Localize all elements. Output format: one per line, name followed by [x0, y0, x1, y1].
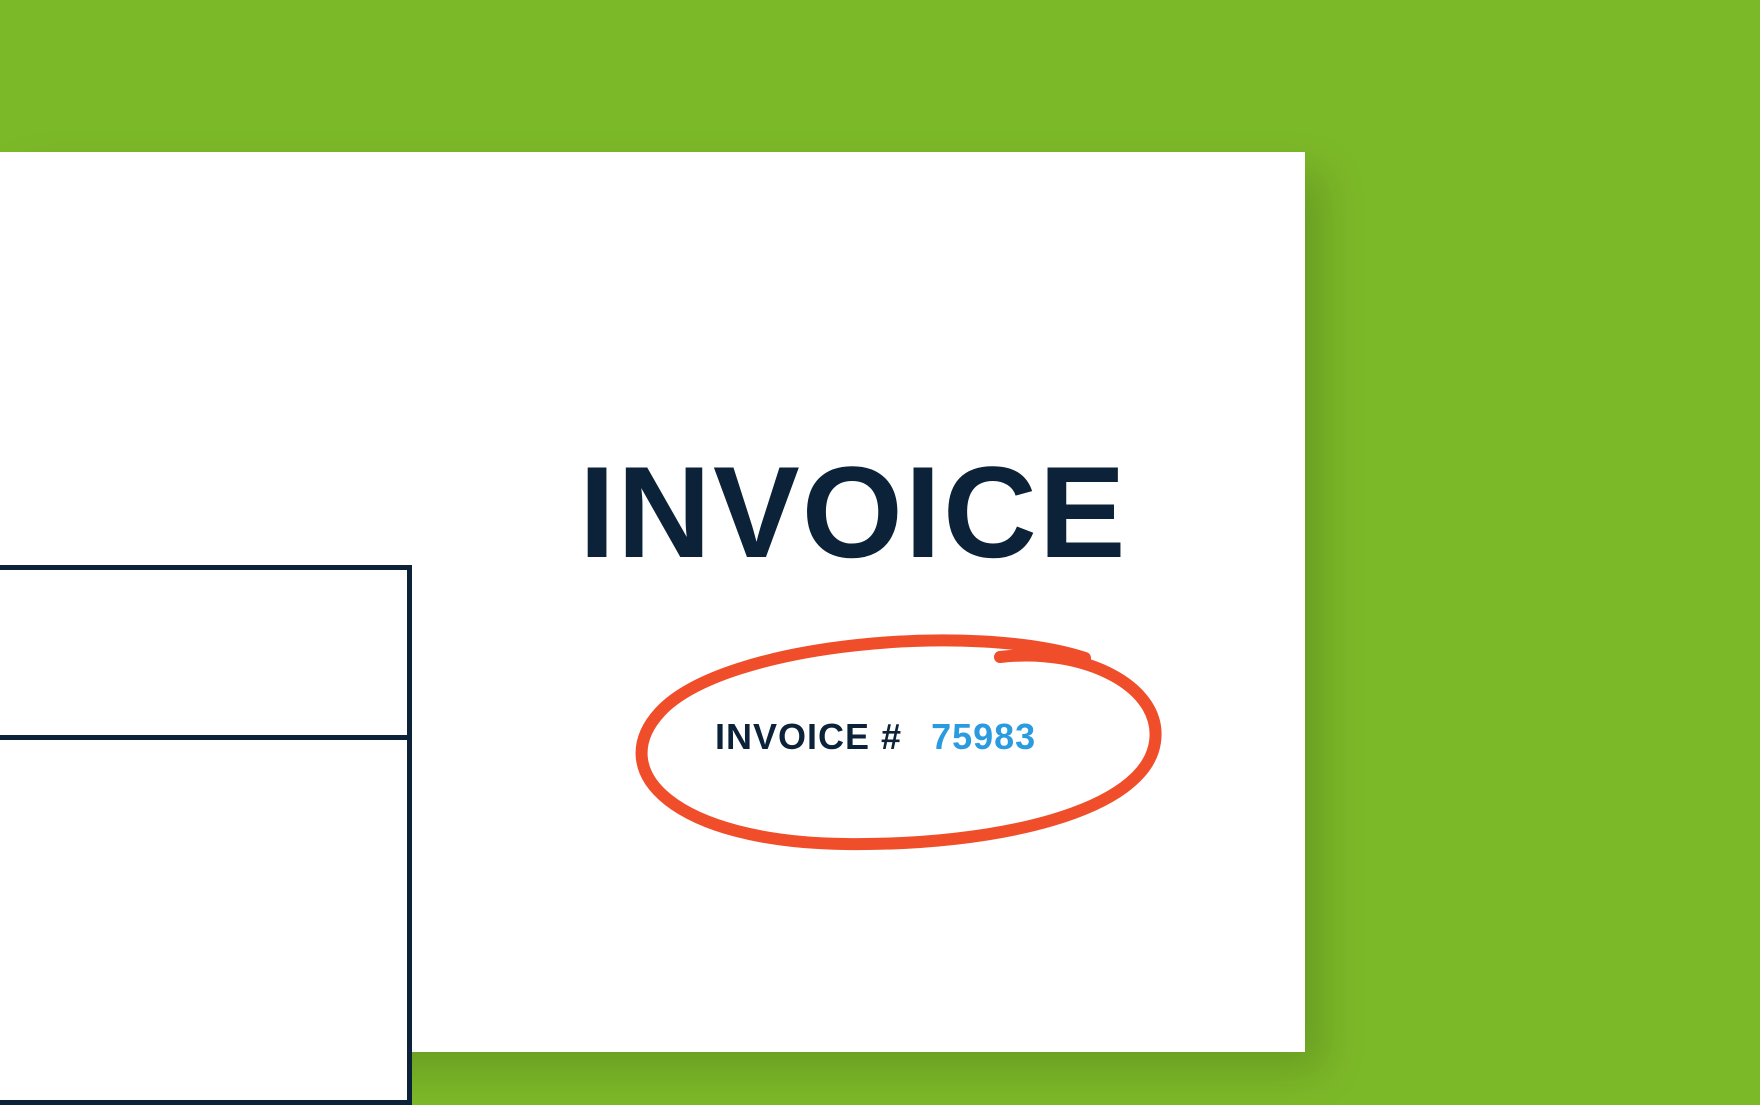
invoice-title: INVOICE: [579, 437, 1128, 587]
table-row-divider: [0, 735, 407, 740]
invoice-document: INVOICE INVOICE # 75983: [0, 152, 1305, 1052]
invoice-number-value: 75983: [931, 716, 1036, 757]
table-outline: [0, 565, 412, 1105]
invoice-number-line: INVOICE # 75983: [715, 716, 1036, 758]
invoice-number-label: INVOICE #: [715, 716, 902, 757]
